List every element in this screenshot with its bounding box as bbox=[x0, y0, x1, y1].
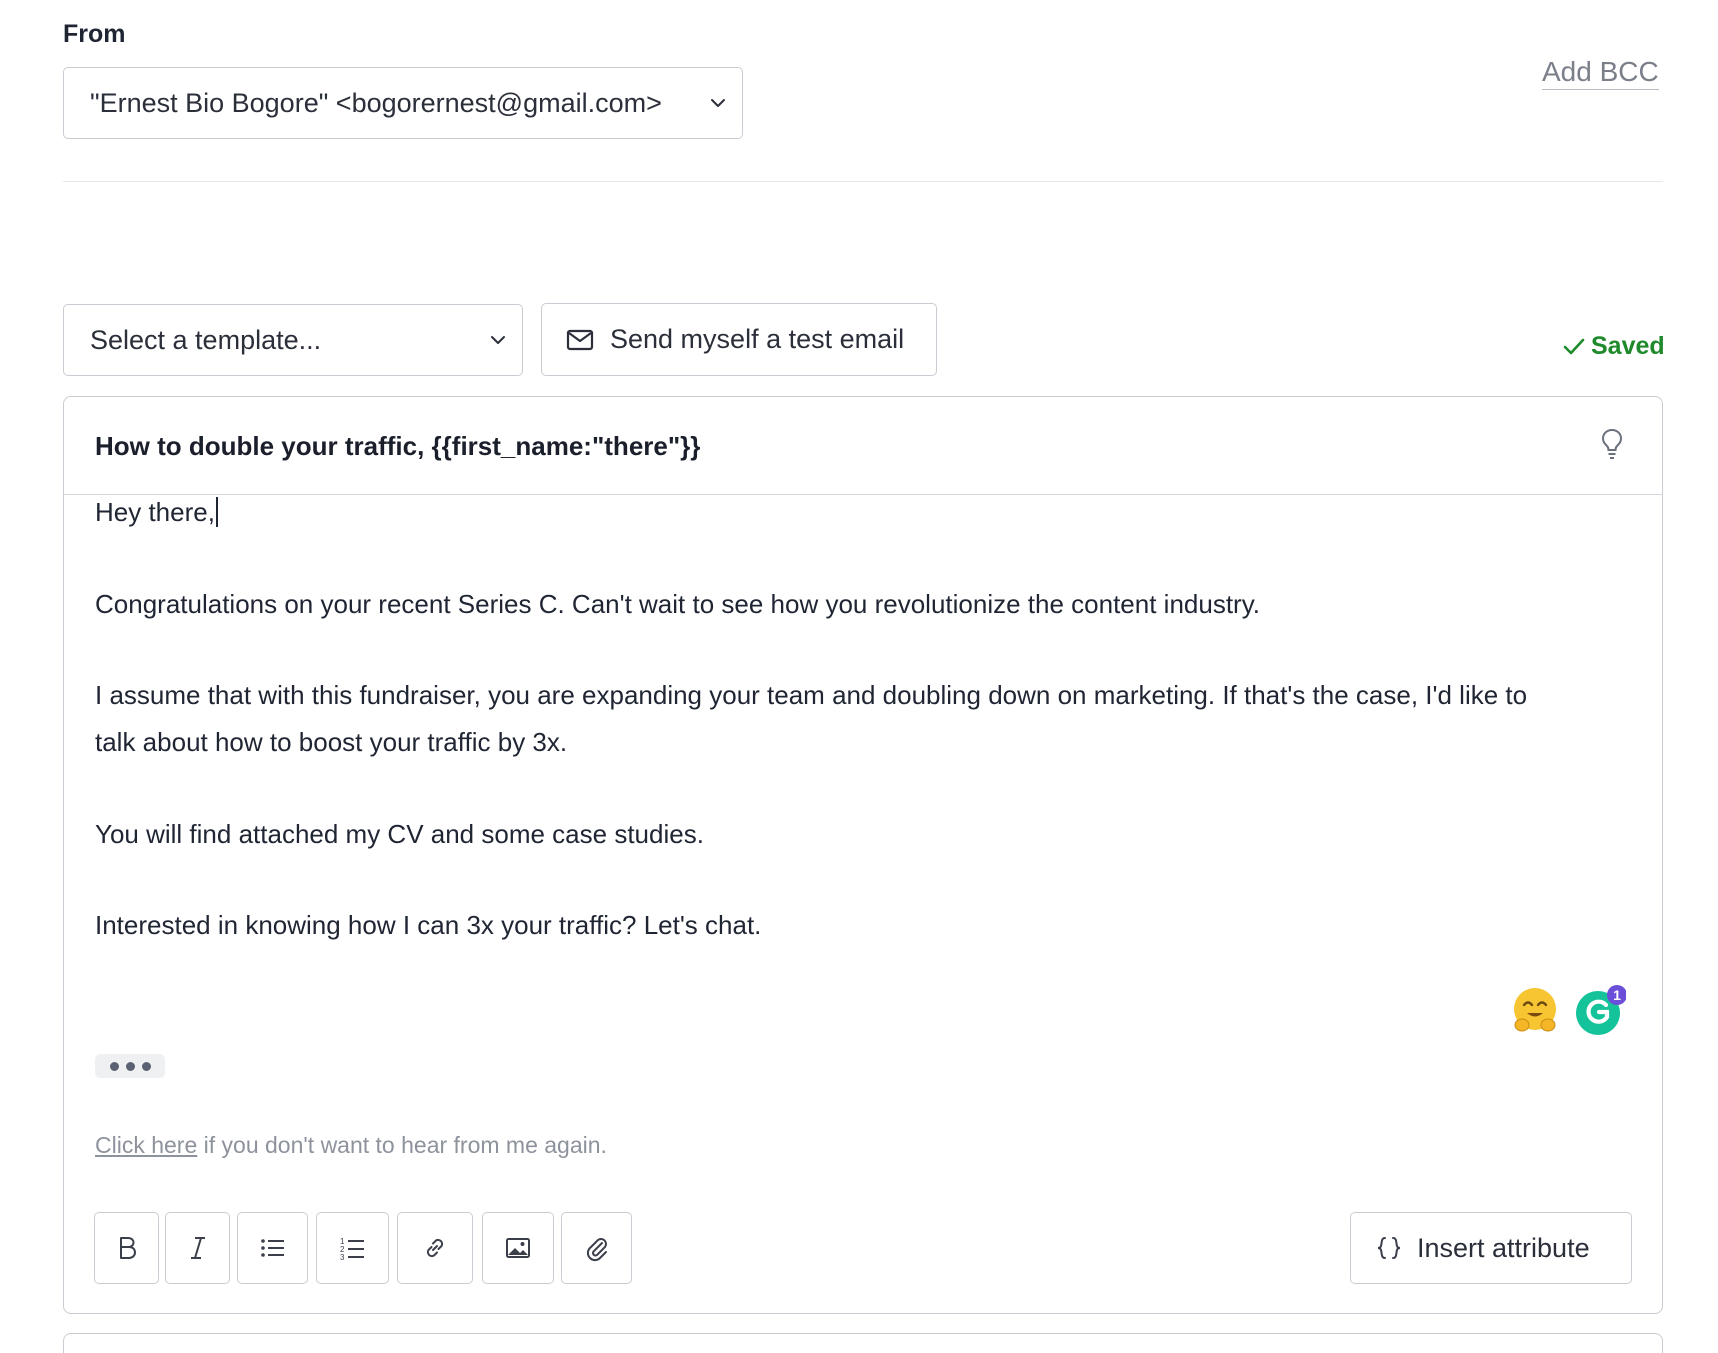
saved-label: Saved bbox=[1591, 332, 1665, 360]
template-select-placeholder: Select a template... bbox=[90, 324, 322, 355]
unsubscribe-text: if you don't want to hear from me again. bbox=[197, 1132, 607, 1158]
curly-braces-icon bbox=[1377, 1237, 1401, 1259]
from-select[interactable]: "Ernest Bio Bogore" <bogorernest@gmail.c… bbox=[63, 67, 743, 139]
grammarly-icon: 1 bbox=[1576, 985, 1627, 1035]
unsubscribe-link[interactable]: Click here bbox=[95, 1132, 197, 1158]
lightbulb-icon[interactable] bbox=[1599, 427, 1625, 461]
body-paragraph-4[interactable]: Interested in knowing how I can 3x your … bbox=[95, 910, 761, 941]
saved-status: Saved bbox=[1563, 332, 1665, 361]
body-paragraph-1[interactable]: Congratulations on your recent Series C.… bbox=[95, 589, 1260, 620]
text-cursor bbox=[215, 497, 218, 527]
body-paragraph-2-line-2[interactable]: talk about how to boost your traffic by … bbox=[95, 727, 567, 758]
bullet-list-button[interactable] bbox=[237, 1212, 308, 1284]
bullet-list-icon bbox=[260, 1239, 284, 1257]
send-test-email-label: Send myself a test email bbox=[610, 324, 905, 354]
paperclip-icon bbox=[586, 1238, 607, 1262]
insert-attribute-label: Insert attribute bbox=[1417, 1232, 1590, 1263]
italic-button[interactable] bbox=[165, 1212, 230, 1284]
body-paragraph-2-line-1[interactable]: I assume that with this fundraiser, you … bbox=[95, 680, 1527, 711]
from-label: From bbox=[63, 20, 126, 48]
numbered-list-icon: 123 bbox=[340, 1237, 364, 1262]
subject-field[interactable]: How to double your traffic, {{first_name… bbox=[95, 431, 700, 462]
email-editor: How to double your traffic, {{first_name… bbox=[63, 396, 1663, 1314]
chevron-down-icon bbox=[711, 99, 725, 107]
image-button[interactable] bbox=[482, 1212, 554, 1284]
numbered-list-button[interactable]: 123 bbox=[316, 1212, 389, 1284]
show-trimmed-content-button[interactable] bbox=[95, 1054, 165, 1078]
unsubscribe-footer: Click here if you don't want to hear fro… bbox=[95, 1132, 607, 1159]
insert-attribute-button[interactable]: Insert attribute bbox=[1350, 1212, 1632, 1284]
bold-icon bbox=[119, 1237, 136, 1259]
bold-button[interactable] bbox=[94, 1212, 159, 1284]
template-select[interactable]: Select a template... bbox=[63, 304, 523, 376]
subject-row[interactable]: How to double your traffic, {{first_name… bbox=[64, 397, 1662, 495]
greeting-text: Hey there, bbox=[95, 497, 215, 527]
envelope-icon bbox=[566, 329, 594, 350]
attachment-button[interactable] bbox=[561, 1212, 632, 1284]
divider bbox=[63, 181, 1663, 182]
grammarly-badge-count: 1 bbox=[1613, 987, 1621, 1003]
send-test-email-button[interactable]: Send myself a test email bbox=[541, 303, 937, 376]
body-paragraph-3[interactable]: You will find attached my CV and some ca… bbox=[95, 819, 704, 850]
link-icon bbox=[426, 1238, 444, 1258]
italic-icon bbox=[190, 1237, 205, 1259]
link-button[interactable] bbox=[397, 1212, 473, 1284]
from-select-value: "Ernest Bio Bogore" <bogorernest@gmail.c… bbox=[90, 87, 662, 118]
next-section-edge bbox=[63, 1333, 1663, 1353]
add-bcc-link[interactable]: Add BCC bbox=[1542, 56, 1659, 90]
body-greeting[interactable]: Hey there, bbox=[95, 497, 218, 528]
image-icon bbox=[506, 1238, 530, 1258]
chevron-down-icon bbox=[491, 336, 505, 344]
hugging-face-emoji[interactable] bbox=[1510, 985, 1560, 1035]
checkmark-icon bbox=[1563, 338, 1585, 354]
svg-text:3: 3 bbox=[340, 1253, 345, 1262]
grammarly-widget[interactable]: 1 bbox=[1574, 985, 1627, 1037]
